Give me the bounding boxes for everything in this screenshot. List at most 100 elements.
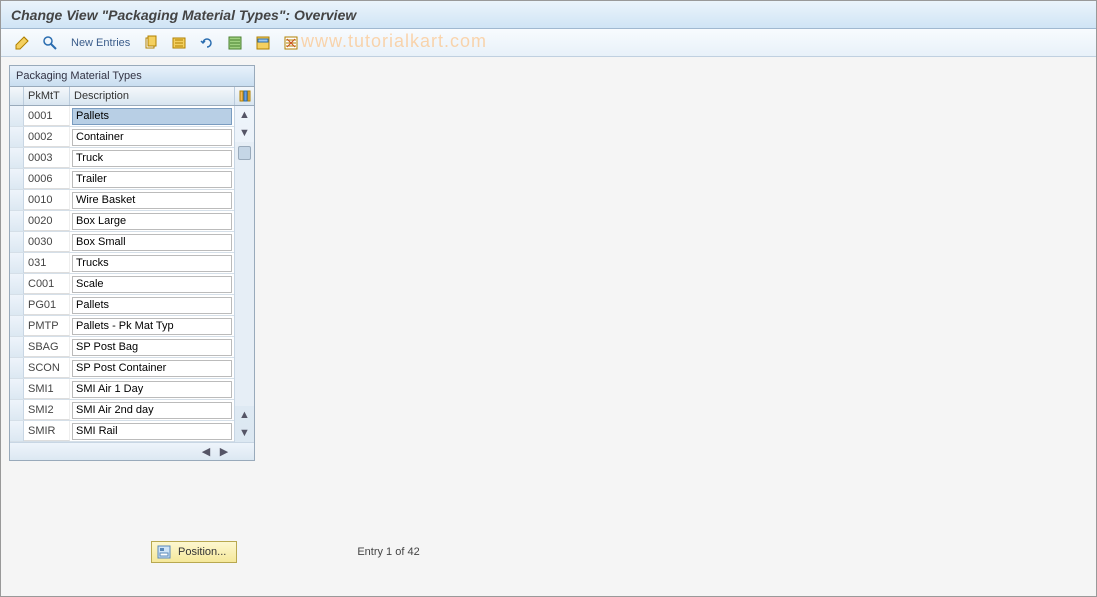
row-selector[interactable]	[10, 253, 24, 273]
scroll-track[interactable]	[235, 142, 254, 406]
position-icon	[156, 544, 172, 560]
delete-icon[interactable]	[168, 33, 190, 53]
table-row: 0002	[10, 127, 234, 148]
scroll-right-icon[interactable]: ▶	[216, 445, 232, 458]
position-button[interactable]: Position...	[151, 541, 237, 563]
col-header-code[interactable]: PkMtT	[24, 87, 70, 105]
table-row: PG01	[10, 295, 234, 316]
cell-code[interactable]: 0001	[24, 106, 70, 126]
select-block-icon[interactable]	[252, 33, 274, 53]
description-input[interactable]	[72, 402, 232, 419]
row-selector[interactable]	[10, 148, 24, 168]
description-input[interactable]	[72, 423, 232, 440]
cell-description	[70, 253, 234, 273]
description-input[interactable]	[72, 318, 232, 335]
description-input[interactable]	[72, 255, 232, 272]
scroll-left-icon[interactable]: ◀	[198, 445, 214, 458]
cell-code[interactable]: PMTP	[24, 316, 70, 336]
cell-code[interactable]: SMI1	[24, 379, 70, 399]
copy-as-icon[interactable]	[140, 33, 162, 53]
table-row: SCON	[10, 358, 234, 379]
toggle-display-change-icon[interactable]	[11, 33, 33, 53]
row-selector[interactable]	[10, 337, 24, 357]
description-input[interactable]	[72, 213, 232, 230]
cell-code[interactable]: 0010	[24, 190, 70, 210]
deselect-all-icon[interactable]	[280, 33, 302, 53]
row-selector[interactable]	[10, 316, 24, 336]
cell-description	[70, 148, 234, 168]
content-area: Packaging Material Types PkMtT Descripti…	[1, 57, 1096, 469]
row-selector[interactable]	[10, 190, 24, 210]
description-input[interactable]	[72, 192, 232, 209]
description-input[interactable]	[72, 129, 232, 146]
scroll-down-step-icon[interactable]: ▼	[235, 124, 254, 142]
cell-description	[70, 232, 234, 252]
row-selector[interactable]	[10, 295, 24, 315]
scroll-up-icon[interactable]: ▲	[235, 106, 254, 124]
select-all-icon[interactable]	[224, 33, 246, 53]
row-selector[interactable]	[10, 232, 24, 252]
table-row: 0001	[10, 106, 234, 127]
row-selector[interactable]	[10, 211, 24, 231]
table-row: 0003	[10, 148, 234, 169]
cell-code[interactable]: 031	[24, 253, 70, 273]
cell-code[interactable]: 0002	[24, 127, 70, 147]
description-input[interactable]	[72, 108, 232, 125]
row-selector[interactable]	[10, 106, 24, 126]
cell-description	[70, 211, 234, 231]
title-text: Change View "Packaging Material Types": …	[11, 7, 356, 23]
panel-title: Packaging Material Types	[10, 66, 254, 87]
scroll-up-page-icon[interactable]: ▲	[235, 406, 254, 424]
cell-code[interactable]: 0003	[24, 148, 70, 168]
row-selector[interactable]	[10, 379, 24, 399]
cell-description	[70, 169, 234, 189]
cell-description	[70, 127, 234, 147]
rows-container: 0001000200030006001000200030031C001PG01P…	[10, 106, 234, 442]
horizontal-scrollbar[interactable]: ◀ ▶	[10, 442, 254, 460]
description-input[interactable]	[72, 339, 232, 356]
cell-code[interactable]: 0030	[24, 232, 70, 252]
footer: Position... Entry 1 of 42	[151, 541, 420, 563]
row-selector[interactable]	[10, 169, 24, 189]
undo-change-icon[interactable]	[196, 33, 218, 53]
description-input[interactable]	[72, 150, 232, 167]
cell-code[interactable]: SBAG	[24, 337, 70, 357]
cell-description	[70, 295, 234, 315]
cell-code[interactable]: SMI2	[24, 400, 70, 420]
cell-description	[70, 190, 234, 210]
cell-description	[70, 316, 234, 336]
new-entries-button[interactable]: New Entries	[67, 37, 134, 49]
row-selector[interactable]	[10, 358, 24, 378]
cell-code[interactable]: SCON	[24, 358, 70, 378]
col-row-selector[interactable]	[10, 87, 24, 105]
description-input[interactable]	[72, 171, 232, 188]
row-selector[interactable]	[10, 127, 24, 147]
toolbar: New Entries www.tutorialkart.com	[1, 29, 1096, 57]
cell-description	[70, 421, 234, 441]
cell-code[interactable]: 0020	[24, 211, 70, 231]
description-input[interactable]	[72, 360, 232, 377]
configure-columns-icon[interactable]	[234, 87, 254, 105]
cell-code[interactable]: SMIR	[24, 421, 70, 441]
entry-status: Entry 1 of 42	[357, 546, 419, 558]
cell-description	[70, 274, 234, 294]
col-header-description[interactable]: Description	[70, 87, 234, 105]
table-row: 0030	[10, 232, 234, 253]
row-selector[interactable]	[10, 400, 24, 420]
cell-code[interactable]: 0006	[24, 169, 70, 189]
table-row: 0010	[10, 190, 234, 211]
scroll-down-icon[interactable]: ▼	[235, 424, 254, 442]
row-selector[interactable]	[10, 421, 24, 441]
description-input[interactable]	[72, 381, 232, 398]
row-selector[interactable]	[10, 274, 24, 294]
grid-body: 0001000200030006001000200030031C001PG01P…	[10, 106, 254, 442]
scroll-handle[interactable]	[238, 146, 251, 160]
cell-code[interactable]: C001	[24, 274, 70, 294]
description-input[interactable]	[72, 276, 232, 293]
find-icon[interactable]	[39, 33, 61, 53]
vertical-scrollbar[interactable]: ▲ ▼ ▲ ▼	[234, 106, 254, 442]
grid-header: PkMtT Description	[10, 87, 254, 106]
cell-code[interactable]: PG01	[24, 295, 70, 315]
description-input[interactable]	[72, 234, 232, 251]
description-input[interactable]	[72, 297, 232, 314]
